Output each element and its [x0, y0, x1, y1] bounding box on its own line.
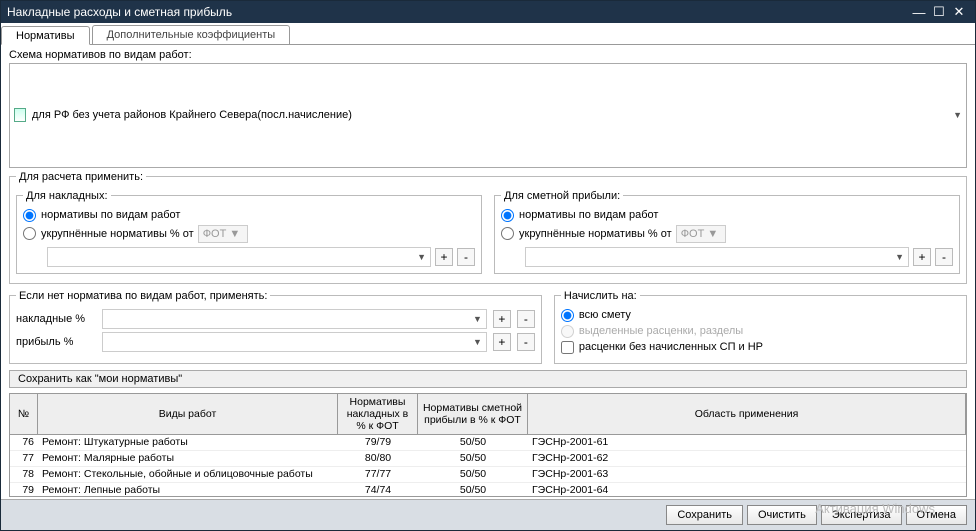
- profit-radio-aggregate[interactable]: [501, 227, 514, 240]
- cell-overhead: 79/79: [338, 435, 418, 450]
- schema-combobox[interactable]: для РФ без учета районов Крайнего Севера…: [9, 63, 967, 168]
- accrue-selected-label: выделенные расценки, разделы: [579, 325, 743, 337]
- accrue-all-radio[interactable]: [561, 309, 574, 322]
- overhead-legend: Для накладных:: [23, 190, 111, 202]
- fallback-overhead-combo[interactable]: ▼: [102, 309, 487, 329]
- overhead-fot-combo[interactable]: ФОТ ▼: [198, 225, 248, 243]
- cell-profit: 50/50: [418, 483, 528, 497]
- profit-minus[interactable]: -: [935, 248, 953, 266]
- save-as-my-normatives[interactable]: Сохранить как "мои нормативы": [9, 370, 967, 388]
- titlebar: Накладные расходы и сметная прибыль — ☐ …: [1, 1, 975, 23]
- fallback-overhead-plus[interactable]: +: [493, 310, 511, 328]
- fallback-profit-minus[interactable]: -: [517, 333, 535, 351]
- table-row[interactable]: 79Ремонт: Лепные работы74/7450/50ГЭСНр-2…: [10, 483, 966, 497]
- calc-legend: Для расчета применить:: [16, 171, 146, 183]
- overhead-radio-bytype[interactable]: [23, 209, 36, 222]
- cell-name: Ремонт: Стекольные, обойные и облицовочн…: [38, 467, 338, 482]
- minimize-button[interactable]: —: [909, 5, 929, 20]
- profit-radio-bytype[interactable]: [501, 209, 514, 222]
- accrue-selected-radio: [561, 325, 574, 338]
- overhead-fieldset: Для накладных: нормативы по видам работ …: [16, 190, 482, 274]
- fallback-profit-plus[interactable]: +: [493, 333, 511, 351]
- fallback-overhead-minus[interactable]: -: [517, 310, 535, 328]
- accrue-legend: Начислить на:: [561, 290, 640, 302]
- col-profit[interactable]: Нормативы сметной прибыли в % к ФОТ: [418, 394, 528, 434]
- cell-profit: 50/50: [418, 467, 528, 482]
- profit-radio-bytype-label: нормативы по видам работ: [519, 209, 658, 221]
- chevron-down-icon: ▼: [953, 110, 962, 120]
- cell-no: 76: [10, 435, 38, 450]
- footer: Сохранить Очистить Экспертиза Отмена Акт…: [1, 499, 975, 530]
- cell-no: 78: [10, 467, 38, 482]
- accrue-nosp-check[interactable]: [561, 341, 574, 354]
- cell-scope: ГЭСНр-2001-61: [528, 435, 966, 450]
- cell-scope: ГЭСНр-2001-62: [528, 451, 966, 466]
- cell-no: 79: [10, 483, 38, 497]
- cell-name: Ремонт: Штукатурные работы: [38, 435, 338, 450]
- close-button[interactable]: ✕: [949, 4, 969, 20]
- profit-legend: Для сметной прибыли:: [501, 190, 623, 202]
- cell-overhead: 74/74: [338, 483, 418, 497]
- schema-label: Схема нормативов по видам работ:: [9, 49, 192, 61]
- col-name[interactable]: Виды работ: [38, 394, 338, 434]
- profit-plus[interactable]: +: [913, 248, 931, 266]
- fallback-profit-label: прибыль %: [16, 336, 96, 348]
- col-overhead[interactable]: Нормативы накладных в % к ФОТ: [338, 394, 418, 434]
- schema-value: для РФ без учета районов Крайнего Севера…: [32, 109, 352, 121]
- accrue-all-label: всю смету: [579, 309, 631, 321]
- fallback-overhead-label: накладные %: [16, 313, 96, 325]
- col-scope[interactable]: Область применения: [528, 394, 966, 434]
- tab-strip: Нормативы Дополнительные коэффициенты: [1, 23, 975, 45]
- overhead-plus[interactable]: +: [435, 248, 453, 266]
- calc-fieldset: Для расчета применить: Для накладных: но…: [9, 171, 967, 284]
- cell-overhead: 80/80: [338, 451, 418, 466]
- fallback-fieldset: Если нет норматива по видам работ, приме…: [9, 290, 542, 364]
- accrue-nosp-label: расценки без начисленных СП и НР: [579, 341, 763, 353]
- cell-scope: ГЭСНр-2001-64: [528, 483, 966, 497]
- cell-name: Ремонт: Лепные работы: [38, 483, 338, 497]
- profit-radio-aggregate-label: укрупнённые нормативы % от: [519, 228, 672, 240]
- tab-normatives[interactable]: Нормативы: [1, 26, 90, 45]
- cell-profit: 50/50: [418, 435, 528, 450]
- profit-fot-combo[interactable]: ФОТ ▼: [676, 225, 726, 243]
- col-no[interactable]: №: [10, 394, 38, 434]
- document-icon: [14, 108, 28, 122]
- cell-no: 77: [10, 451, 38, 466]
- cell-name: Ремонт: Малярные работы: [38, 451, 338, 466]
- tab-extra-coeff[interactable]: Дополнительные коэффициенты: [92, 25, 291, 44]
- normatives-grid: № Виды работ Нормативы накладных в % к Ф…: [9, 393, 967, 498]
- table-row[interactable]: 77Ремонт: Малярные работы80/8050/50ГЭСНр…: [10, 451, 966, 467]
- cell-overhead: 77/77: [338, 467, 418, 482]
- fallback-legend: Если нет норматива по видам работ, приме…: [16, 290, 270, 302]
- expertise-button[interactable]: Экспертиза: [821, 505, 902, 525]
- fallback-profit-combo[interactable]: ▼: [102, 332, 487, 352]
- grid-body[interactable]: 76Ремонт: Штукатурные работы79/7950/50ГЭ…: [10, 435, 966, 497]
- table-row[interactable]: 76Ремонт: Штукатурные работы79/7950/50ГЭ…: [10, 435, 966, 451]
- cancel-button[interactable]: Отмена: [906, 505, 967, 525]
- overhead-minus[interactable]: -: [457, 248, 475, 266]
- cell-profit: 50/50: [418, 451, 528, 466]
- cell-scope: ГЭСНр-2001-63: [528, 467, 966, 482]
- accrue-fieldset: Начислить на: всю смету выделенные расце…: [554, 290, 967, 364]
- table-row[interactable]: 78Ремонт: Стекольные, обойные и облицово…: [10, 467, 966, 483]
- profit-fieldset: Для сметной прибыли: нормативы по видам …: [494, 190, 960, 274]
- save-button[interactable]: Сохранить: [666, 505, 743, 525]
- overhead-value-combo[interactable]: ▼: [47, 247, 431, 267]
- overhead-radio-aggregate[interactable]: [23, 227, 36, 240]
- clear-button[interactable]: Очистить: [747, 505, 817, 525]
- overhead-radio-aggregate-label: укрупнённые нормативы % от: [41, 228, 194, 240]
- window-title: Накладные расходы и сметная прибыль: [7, 5, 232, 19]
- overhead-radio-bytype-label: нормативы по видам работ: [41, 209, 180, 221]
- maximize-button[interactable]: ☐: [929, 4, 949, 20]
- profit-value-combo[interactable]: ▼: [525, 247, 909, 267]
